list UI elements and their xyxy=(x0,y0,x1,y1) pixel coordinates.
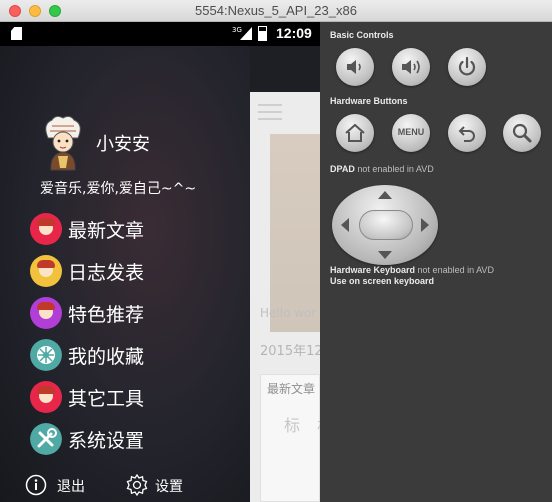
power-button[interactable] xyxy=(448,48,486,86)
status-bar: 3G 12:09 xyxy=(0,22,320,46)
dpad-down-icon[interactable] xyxy=(378,251,392,259)
keyboard-note: not enabled in AVD xyxy=(417,265,494,275)
keyboard-title: Hardware Keyboard xyxy=(330,265,416,275)
drawer-item-label: 其它工具 xyxy=(68,388,145,410)
dpad-right-icon[interactable] xyxy=(421,218,429,232)
gear-icon xyxy=(126,473,148,497)
home-button[interactable] xyxy=(336,114,374,152)
drawer-item-favorites[interactable]: 我的收藏 xyxy=(30,338,230,372)
search-button[interactable] xyxy=(503,114,541,152)
basic-controls-heading: Basic Controls xyxy=(330,30,394,40)
dpad-heading: DPAD not enabled in AVD xyxy=(330,164,434,174)
drawer-item-post-log[interactable]: 日志发表 xyxy=(30,254,230,288)
volume-down-button[interactable] xyxy=(336,48,374,86)
cartoon-avatar-icon xyxy=(30,381,62,413)
cartoon-avatar-icon xyxy=(30,297,62,329)
logout-button[interactable]: 退出 xyxy=(25,472,95,500)
search-icon xyxy=(512,123,532,143)
window-titlebar: 5554:Nexus_5_API_23_x86 xyxy=(0,0,552,22)
volume-up-button[interactable] xyxy=(392,48,430,86)
flower-icon xyxy=(30,339,62,371)
on-screen-keyboard-option[interactable]: Use on screen keyboard xyxy=(330,276,434,286)
status-clock: 12:09 xyxy=(276,25,312,41)
phone-screen: 3G 12:09 Hello wor 2015年12 最新文章 标 札 小安安 … xyxy=(0,22,320,502)
dpad-left-icon[interactable] xyxy=(341,218,349,232)
header-image xyxy=(270,134,320,332)
battery-icon xyxy=(258,26,267,41)
hamburger-menu-icon[interactable] xyxy=(258,104,282,125)
hardware-buttons-heading: Hardware Buttons xyxy=(330,96,408,106)
home-icon xyxy=(345,123,365,142)
drawer-item-latest-articles[interactable]: 最新文章 xyxy=(30,212,230,246)
drawer-item-label: 我的收藏 xyxy=(68,346,145,368)
article-card-title: 最新文章 xyxy=(267,382,316,396)
settings-label: 设置 xyxy=(155,479,183,495)
dpad-center-button[interactable] xyxy=(359,210,413,240)
username: 小安安 xyxy=(96,134,150,155)
user-motto: 爱音乐,爱你,爱自己~^~ xyxy=(40,181,197,197)
avatar[interactable] xyxy=(38,116,88,172)
power-icon xyxy=(458,56,476,76)
menu-button-label: MENU xyxy=(397,127,425,137)
drawer-item-label: 最新文章 xyxy=(68,220,145,242)
volume-up-icon xyxy=(402,60,420,74)
network-type: 3G xyxy=(232,26,242,34)
drawer-item-system-settings[interactable]: 系统设置 xyxy=(30,422,230,456)
cartoon-avatar-icon xyxy=(30,213,62,245)
logout-label: 退出 xyxy=(57,479,85,495)
date-text: 2015年12 xyxy=(260,344,320,359)
volume-down-icon xyxy=(347,60,361,74)
dpad-title: DPAD xyxy=(330,164,355,174)
dpad-note: not enabled in AVD xyxy=(357,164,434,174)
window-title: 5554:Nexus_5_API_23_x86 xyxy=(195,3,357,18)
back-icon xyxy=(458,126,475,142)
drawer-item-label: 日志发表 xyxy=(68,262,145,284)
drawer-item-featured[interactable]: 特色推荐 xyxy=(30,296,230,330)
navigation-drawer: 小安安 爱音乐,爱你,爱自己~^~ 最新文章 日志发表 特色推荐 我的收藏 其它… xyxy=(0,46,250,502)
emulator-controls-panel: Basic Controls Hardware Buttons MENU DPA… xyxy=(320,22,552,502)
tools-icon xyxy=(30,423,62,455)
menu-button[interactable]: MENU xyxy=(392,114,430,152)
hello-text: Hello wor xyxy=(260,306,317,320)
sd-card-icon xyxy=(11,27,22,40)
article-card-subtitle: 标 札 xyxy=(284,416,320,435)
settings-button[interactable]: 设置 xyxy=(125,472,195,500)
dpad[interactable] xyxy=(332,185,438,265)
cartoon-avatar-icon xyxy=(30,255,62,287)
drawer-item-label: 系统设置 xyxy=(68,430,145,452)
back-button[interactable] xyxy=(448,114,486,152)
dpad-up-icon[interactable] xyxy=(378,191,392,199)
drawer-item-label: 特色推荐 xyxy=(68,304,145,326)
hardware-keyboard-heading: Hardware Keyboard not enabled in AVD xyxy=(330,265,494,275)
info-icon xyxy=(25,474,47,496)
drawer-item-other-tools[interactable]: 其它工具 xyxy=(30,380,230,414)
